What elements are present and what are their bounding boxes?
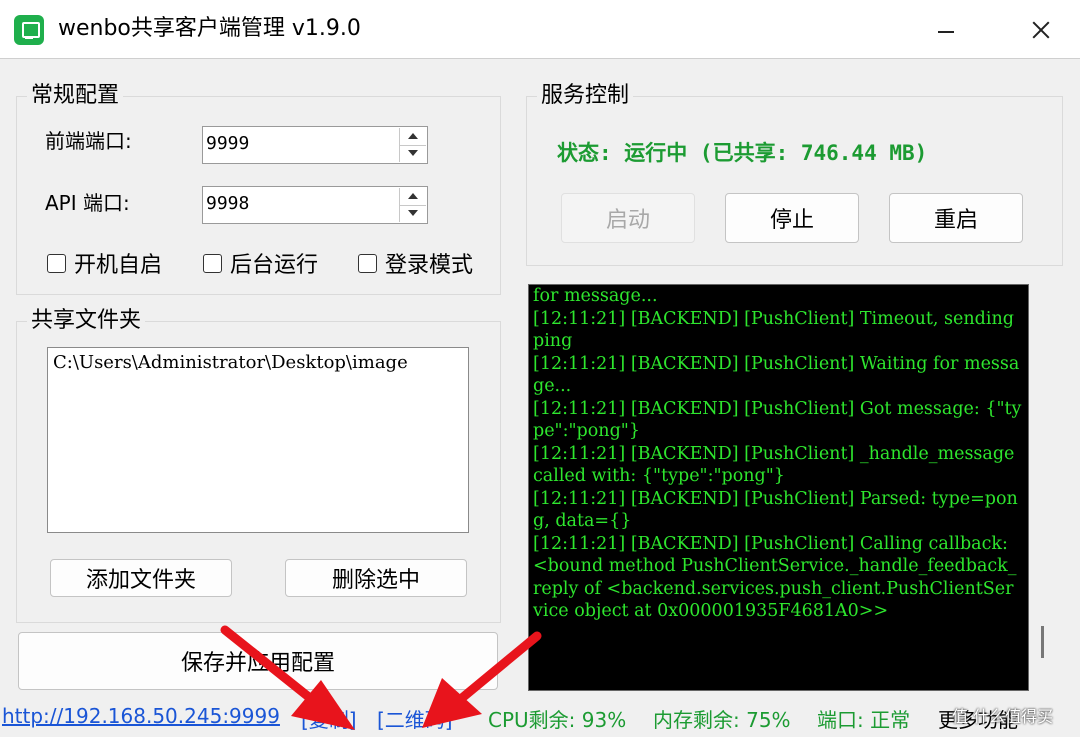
title-bar: wenbo共享客户端管理 v1.9.0	[0, 0, 1080, 59]
restart-button[interactable]: 重启	[889, 193, 1023, 243]
spin-up-icon[interactable]	[400, 128, 426, 146]
api-port-value[interactable]: 9998	[206, 193, 249, 214]
checkbox-box[interactable]	[47, 253, 66, 273]
service-control-title: 服务控制	[537, 83, 634, 109]
frontend-port-label: 前端端口:	[45, 129, 132, 153]
window-title: wenbo共享客户端管理 v1.9.0	[58, 16, 361, 41]
frontend-port-value[interactable]: 9999	[206, 133, 249, 154]
checkbox-box[interactable]	[203, 253, 222, 273]
folder-list[interactable]: C:\Users\Administrator\Desktop\image	[47, 347, 469, 533]
shared-folders-group: 共享文件夹 C:\Users\Administrator\Desktop\ima…	[16, 308, 501, 623]
start-button[interactable]: 启动	[561, 193, 695, 243]
background-run-label: 后台运行	[230, 253, 319, 278]
service-status: 状态: 运行中 (已共享: 746.44 MB)	[557, 141, 928, 165]
service-control-group: 服务控制 状态: 运行中 (已共享: 746.44 MB) 启动 停止 重启	[526, 83, 1063, 266]
minimize-icon[interactable]	[911, 0, 981, 58]
add-folder-button[interactable]: 添加文件夹	[50, 559, 232, 597]
checkbox-box[interactable]	[358, 253, 377, 273]
background-run-checkbox[interactable]: 后台运行	[203, 247, 318, 279]
api-port-label: API 端口:	[45, 191, 130, 215]
login-mode-checkbox[interactable]: 登录模式	[358, 247, 473, 279]
app-icon	[14, 15, 44, 45]
spin-down-icon[interactable]	[400, 145, 426, 162]
autostart-checkbox[interactable]: 开机自启	[47, 247, 162, 279]
shared-folders-title: 共享文件夹	[27, 308, 146, 334]
log-text: for message... [12:11:21] [BACKEND] [Pus…	[533, 286, 1022, 621]
memory-status: 内存剩余: 75%	[653, 708, 791, 732]
delete-selected-button[interactable]: 删除选中	[285, 559, 467, 597]
port-status: 端口: 正常	[817, 708, 911, 732]
stop-button[interactable]: 停止	[725, 193, 859, 243]
close-icon[interactable]	[1006, 0, 1076, 58]
watermark: 值 什么值得买	[952, 707, 1054, 726]
annotation-arrow-copy	[220, 625, 355, 730]
list-item[interactable]: C:\Users\Administrator\Desktop\image	[48, 348, 468, 377]
login-mode-label: 登录模式	[385, 253, 474, 278]
general-config-group: 常规配置 前端端口: 9999 API 端口: 9998 开机自启 后台运行 登…	[16, 83, 501, 295]
log-console[interactable]: for message... [12:11:21] [BACKEND] [Pus…	[528, 284, 1029, 691]
spin-up-icon[interactable]	[400, 188, 426, 206]
annotation-arrow-qrcode	[422, 631, 542, 728]
spin-down-icon[interactable]	[400, 205, 426, 222]
api-port-spinbox[interactable]: 9998	[202, 186, 428, 224]
autostart-label: 开机自启	[74, 253, 163, 278]
general-config-title: 常规配置	[27, 83, 124, 109]
api-port-arrows	[399, 188, 426, 222]
frontend-port-spinbox[interactable]: 9999	[202, 126, 428, 164]
log-scrollbar[interactable]	[1041, 626, 1044, 658]
frontend-port-arrows	[399, 128, 426, 162]
